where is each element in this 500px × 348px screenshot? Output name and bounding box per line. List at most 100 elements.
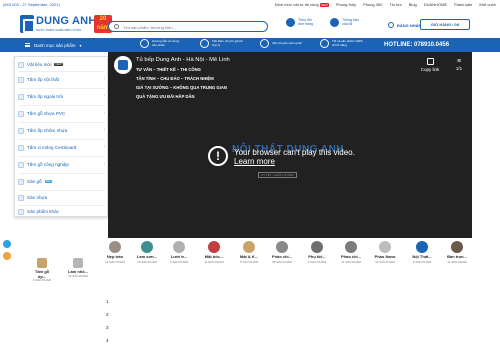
truck-icon [286,18,295,27]
copy-link-button[interactable]: Copy link [418,58,442,72]
list-item[interactable]: Lam sơn... 16 SẢN PHẨM [136,238,158,288]
list-item[interactable]: Lưới tr... 3 SẢN PHẨM [168,238,190,288]
menu-item-san-go[interactable]: Sàn gỗ Sale [15,176,109,187]
top-link-moi-cuon[interactable]: Mới cuộn [479,2,496,7]
search-bar [108,21,268,32]
top-link-flash-sale[interactable]: Flash sale [454,2,472,7]
video-title[interactable]: Tủ bếp Dung Anh - Hà Nội - Mê Linh [136,57,230,63]
video-line: GIÁ TẠI XƯỞNG – KHÔNG QUA TRUNG GIAN [136,85,227,90]
learn-more-link[interactable]: Learn more [234,157,275,166]
top-link-dinh-muc[interactable]: Định mức vật tư thi công NEW [275,2,329,7]
authentic-icon [320,39,329,48]
category-icon [18,194,24,201]
list-item[interactable]: Phào chỉ... 28 SẢN PHẨM [271,238,293,288]
menu-item-tam-go-nhua-pvc[interactable]: Tấm gỗ nhựa PVC › [15,108,109,119]
feature-item: Vận chuyển toàn quốc [260,39,308,48]
feature-item: Tốt và sản phẩm 100% chính hãng [320,39,368,48]
product-thumbnail [345,241,357,253]
menu-item-tam-op-noi-that[interactable]: Tấm ốp nội thất › [15,74,109,85]
divider [19,190,105,191]
notifications-link[interactable]: Thông báo của tôi [330,18,362,34]
divider [19,173,105,174]
divider [19,122,105,123]
top-links: Định mức vật tư thi công NEW Phong thủy … [275,2,496,7]
category-icon [18,178,24,185]
divider [19,105,105,106]
menu-item-tam-op-nhom-nhua[interactable]: Tấm ốp nhôm nhựa › [15,125,109,136]
product-thumbnail [451,241,463,253]
list-item[interactable]: Phụ kiệ... 9 SẢN PHẨM [306,238,328,288]
list-item[interactable]: Phào chỉ... 14 SẢN PHẨM [340,238,362,288]
top-notice: (543 003 - 27 September, 2021) [3,2,60,7]
top-link-phong-360[interactable]: Phòng 360 [363,2,382,7]
menu-item-tam-go-cong-nghiep[interactable]: Tấm gỗ công nghiệp › [15,159,109,170]
list-number: 4 [106,338,109,343]
category-icon [18,110,24,117]
list-item[interactable]: Mặt & K... 5 SẢN PHẨM [238,238,260,288]
category-menu-button[interactable]: Danh mục sản phẩm ▾ [25,40,109,50]
guide-icon [140,39,149,48]
hamburger-icon [25,43,30,47]
product-thumbnail [109,241,121,253]
list-item[interactable]: Mặt bốc... 11 SẢN PHẨM [203,238,225,288]
error-icon: ! [208,146,228,166]
login-button[interactable]: ĐĂNG NHẬP [388,22,421,28]
copy-icon [426,58,434,65]
product-carousel: Nẹp trần 24 SẢN PHẨM Lam sơn... 16 SẢN PHẨ… [0,238,500,288]
product-thumbnail [379,241,391,253]
list-item[interactable]: Nội Thất... 6 SẢN PHẨM [411,238,433,288]
product-thumbnail [208,241,220,253]
channel-avatar[interactable] [114,56,132,74]
order-tracking-link[interactable]: Theo dõi đơn hàng [286,18,318,34]
top-link-blog[interactable]: Blog [409,2,417,7]
product-thumbnail [173,241,185,253]
list-item[interactable]: Nẹp trần 24 SẢN PHẨM [104,238,126,288]
logo-mark-icon [20,15,35,33]
top-bar: (543 003 - 27 September, 2021) Định mức … [0,0,500,10]
logo[interactable]: DUNG ANH NHÂN THIÊN NHIÊN BỀN VỮNG 20 nă… [20,15,112,35]
video-line: TƯ VẤN – THIẾT KẾ – THI CÔNG [136,67,201,72]
category-icon [18,76,24,83]
chevron-right-icon: › [103,93,105,99]
product-thumbnail [416,241,428,253]
menu-item-vat-lieu-moi[interactable]: Vật liệu mới NEW [15,59,109,70]
category-icon [18,208,24,215]
chevron-right-icon: › [103,76,105,82]
feature-item: Hướng dẫn sử dụng sản phẩm [140,39,188,48]
divider [19,71,105,72]
video-watermark-sub: UY TÍN • CHẤT LƯỢNG [258,172,297,178]
divider [19,88,105,89]
chevron-right-icon: › [103,110,105,116]
list-number: 1 [106,299,109,304]
menu-item-tam-op-ngoai-troi[interactable]: Tấm ốp ngoài trời › [15,91,109,102]
new-badge: NEW [319,3,329,7]
hotline[interactable]: HOTLINE: 078910.0456 [384,42,449,48]
search-input[interactable] [123,23,263,31]
divider [19,156,105,157]
product-thumbnail [276,241,288,253]
cart-button[interactable]: GIỎ HÀNG / 0đ [420,19,470,30]
top-link-tin-tuc[interactable]: Tin tức [389,2,401,7]
top-link-phong-thuy[interactable]: Phong thủy [336,2,356,7]
list-item[interactable]: Bàn tron... 11 SẢN PHẨM [446,238,468,288]
menu-item-tam-xi-mang-cemboard[interactable]: Tấm xi măng Cemboard › [15,142,109,153]
feature-list: Hướng dẫn sử dụng sản phẩm Tiết kiệm chi… [140,39,368,48]
logo-tagline: NHÂN THIÊN NHIÊN BỀN VỮNG [36,28,82,32]
feature-item: Tiết kiệm chi phí giá tốt hợp lý [200,39,248,48]
list-item[interactable]: Phào Nano 12 SẢN PHẨM [374,238,396,288]
page: (543 003 - 27 September, 2021) Định mức … [0,0,500,348]
playlist-counter[interactable]: ≡ 1/1 [452,58,466,71]
menu-item-san-nhua[interactable]: Sàn nhựa [15,192,109,203]
list-number: 3 [106,325,109,330]
playlist-icon: ≡ [456,58,462,65]
product-thumbnail [141,241,153,253]
search-icon[interactable] [114,24,119,29]
category-icon [18,61,24,68]
category-icon [18,93,24,100]
chevron-right-icon: › [103,161,105,167]
video-player[interactable]: Tủ bếp Dung Anh - Hà Nội - Mê Linh TƯ VẤ… [108,52,472,238]
menu-item-san-pham-khac[interactable]: Sản phẩm khác [15,206,109,217]
product-thumbnail [311,241,323,253]
top-link-duanhome[interactable]: DUANHOME [424,2,447,7]
product-thumbnail [243,241,255,253]
